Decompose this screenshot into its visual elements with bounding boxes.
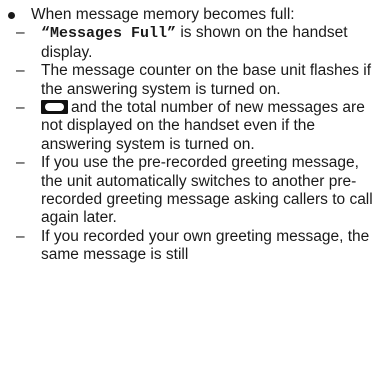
sub-list: – “Messages Full” is shown on the handse…	[6, 24, 378, 264]
bullet-dot-icon	[8, 12, 15, 19]
dash-marker: –	[16, 24, 25, 42]
sub-item-text: and the total number of new messages are…	[41, 99, 365, 153]
answering-machine-tape-icon	[41, 100, 68, 115]
sub-item-text: If you recorded your own greeting messag…	[41, 227, 370, 264]
bullet-intro-text: When message memory becomes full:	[31, 6, 295, 23]
sub-item-text: The message counter on the base unit fla…	[41, 62, 372, 98]
sub-item-pre-recorded-greeting: – If you use the pre-recorded greeting m…	[6, 154, 378, 228]
document-body: When message memory becomes full: – “Mes…	[6, 6, 378, 265]
display-message-text: “Messages Full”	[41, 25, 177, 43]
sub-item-own-greeting: – If you recorded your own greeting mess…	[6, 228, 378, 265]
dash-marker: –	[16, 154, 25, 172]
bullet-item: When message memory becomes full:	[6, 6, 378, 24]
sub-item-text: If you use the pre-recorded greeting mes…	[41, 154, 373, 227]
dash-marker: –	[16, 99, 25, 117]
sub-item-new-messages: – and the total number of new messages a…	[6, 99, 378, 154]
dash-marker: –	[16, 62, 25, 80]
sub-item-messages-full: – “Messages Full” is shown on the handse…	[6, 24, 378, 62]
sub-item-counter-flashes: – The message counter on the base unit f…	[6, 62, 378, 99]
dash-marker: –	[16, 227, 25, 245]
